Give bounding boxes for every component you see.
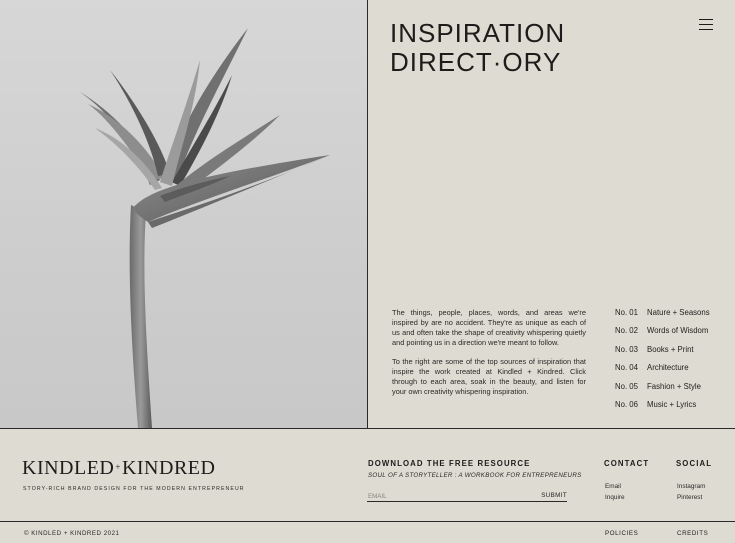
download-subtitle: SOUL OF A STORYTELLER : A WORKBOOK FOR E… — [368, 472, 582, 479]
contact-heading: CONTACT — [604, 459, 650, 468]
directory-label: Books + Print — [647, 344, 694, 354]
bird-of-paradise-photo — [0, 0, 368, 428]
brand-logo-plus: + — [115, 462, 121, 472]
brand-tagline: STORY-RICH BRAND DESIGN FOR THE MODERN E… — [23, 486, 245, 492]
contact-link-inquire[interactable]: Inquire — [605, 494, 625, 501]
page-title-line2: DIRECT·ORY — [390, 47, 562, 77]
submit-button[interactable]: SUBMIT — [541, 492, 567, 499]
copyright-text: © KINDLED + KINDRED 2021 — [24, 530, 120, 537]
directory-label: Nature + Seasons — [647, 308, 710, 317]
directory-item-fashion[interactable]: No. 05 Fashion + Style — [615, 382, 730, 400]
directory-number: No. 02 — [615, 326, 638, 336]
brand-logo[interactable]: KINDLED+KINDRED — [22, 457, 215, 480]
flower-illustration — [80, 28, 330, 428]
directory-item-architecture[interactable]: No. 04 Architecture — [615, 363, 730, 381]
directory-number: No. 05 — [615, 381, 638, 391]
page-title: INSPIRATION DIRECT·ORY — [390, 19, 565, 77]
directory-label: Music + Lyrics — [647, 399, 697, 409]
intro-text: The things, people, places, words, and a… — [392, 308, 586, 397]
social-link-pinterest[interactable]: Pinterest — [677, 494, 702, 501]
brand-logo-left: KINDLED — [22, 457, 115, 479]
intro-paragraph-1: The things, people, places, words, and a… — [392, 308, 586, 347]
directory-item-books[interactable]: No. 03 Books + Print — [615, 345, 730, 363]
policies-link[interactable]: POLICIES — [605, 530, 638, 537]
page-title-line1: INSPIRATION — [390, 18, 566, 48]
directory-label: Architecture — [647, 363, 689, 373]
directory-list: No. 01 Nature + Seasons No. 02 Words of … — [615, 308, 730, 418]
directory-number: No. 06 — [615, 399, 638, 409]
social-link-instagram[interactable]: Instagram — [677, 483, 705, 490]
footer-divider-top — [0, 428, 735, 429]
contact-link-email[interactable]: Email — [605, 483, 621, 490]
social-heading: SOCIAL — [676, 459, 713, 468]
email-signup-form: SUBMIT — [367, 491, 567, 502]
directory-number: No. 03 — [615, 344, 638, 354]
hamburger-menu-icon[interactable] — [699, 19, 713, 30]
email-input[interactable] — [368, 491, 518, 501]
credits-link[interactable]: CREDITS — [677, 530, 708, 537]
directory-label: Words of Wisdom — [647, 326, 709, 336]
directory-item-words[interactable]: No. 02 Words of Wisdom — [615, 326, 730, 344]
directory-item-nature[interactable]: No. 01 Nature + Seasons — [615, 308, 730, 326]
right-panel: INSPIRATION DIRECT·ORY The things, peopl… — [369, 0, 735, 428]
directory-number: No. 01 — [615, 308, 638, 317]
directory-number: No. 04 — [615, 363, 638, 373]
intro-paragraph-2: To the right are some of the top sources… — [392, 357, 586, 396]
download-heading: DOWNLOAD THE FREE RESOURCE — [368, 459, 531, 468]
brand-logo-right: KINDRED — [121, 457, 216, 479]
directory-item-music[interactable]: No. 06 Music + Lyrics — [615, 400, 730, 418]
directory-label: Fashion + Style — [647, 381, 701, 391]
footer-divider-bottom — [0, 521, 735, 522]
